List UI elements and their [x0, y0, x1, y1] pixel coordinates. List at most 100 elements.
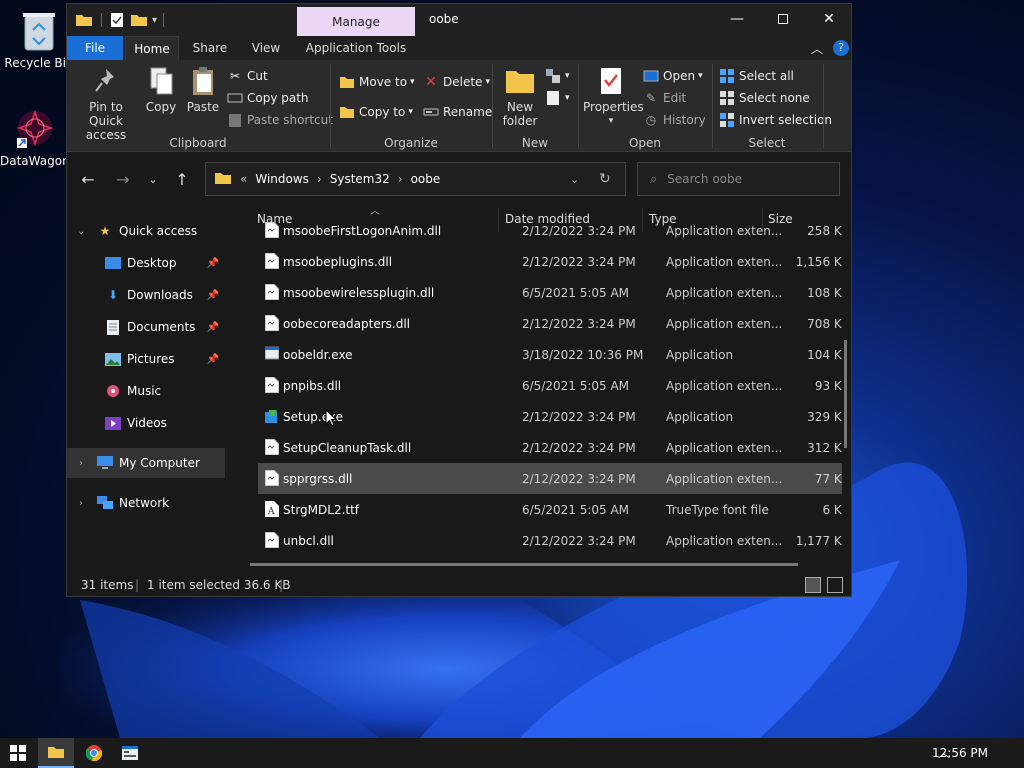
file-row[interactable]: SetupCleanupTask.dll 2/12/2022 3:24 PM App… [258, 432, 842, 463]
taskbar-file-explorer[interactable] [38, 738, 74, 768]
customize-toolbar-chevron-icon[interactable]: ▾ [152, 15, 157, 26]
expand-chevron-icon[interactable]: ⌄ [77, 226, 85, 237]
pin-icon[interactable]: 📌 [207, 354, 219, 365]
vertical-scrollbar[interactable] [844, 340, 847, 448]
pin-to-quick-access-button[interactable]: Pin to Quick access [73, 66, 139, 142]
copy-button[interactable]: Copy [143, 66, 179, 114]
recent-locations-button[interactable]: ⌄ [141, 167, 165, 191]
nav-my-computer[interactable]: › My Computer [67, 448, 225, 478]
new-folder-button[interactable]: New folder [499, 66, 541, 128]
overflow-chevron[interactable]: « [240, 172, 247, 186]
desktop-datawagon-shortcut[interactable]: DataWagon... [0, 108, 81, 168]
clipboard-group-label: Clipboard [169, 136, 227, 150]
status-divider: | [135, 578, 140, 592]
desktop-recycle-bin[interactable]: Recycle Bin [4, 10, 74, 70]
up-button[interactable]: ↑ [170, 167, 194, 191]
search-box[interactable]: ⌕ [637, 162, 840, 196]
cut-button[interactable]: ✂ Cut [227, 66, 268, 86]
nav-network[interactable]: › Network [67, 488, 225, 518]
taskbar-app-window[interactable] [112, 738, 148, 768]
taskbar-chrome[interactable] [76, 738, 112, 768]
file-row[interactable]: msoobeFirstLogonAnim.dll 2/12/2022 3:24 P… [258, 215, 842, 246]
manage-contextual-tab[interactable]: Manage [297, 7, 415, 36]
search-input[interactable] [667, 172, 818, 186]
file-row[interactable]: unbcl.dll 2/12/2022 3:24 PM Application ex… [258, 525, 842, 556]
tab-file[interactable]: File [67, 36, 123, 60]
copy-to-button[interactable]: Copy to ▾ [339, 102, 413, 122]
horizontal-scrollbar[interactable] [250, 563, 798, 566]
paste-button[interactable]: Paste [183, 66, 223, 114]
tab-home[interactable]: Home [125, 36, 179, 60]
start-button[interactable] [0, 738, 36, 768]
file-row[interactable]: oobeldr.exe 3/18/2022 10:36 PM Application… [258, 339, 842, 370]
forward-button[interactable]: → [111, 167, 135, 191]
file-name: pnpibs.dll [283, 379, 342, 393]
new-folder-icon[interactable] [130, 13, 148, 27]
tab-view[interactable]: View [243, 36, 289, 60]
breadcrumb-windows[interactable]: Windows [255, 172, 309, 186]
nav-item-downloads[interactable]: ⬇ Downloads 📌 [67, 280, 225, 310]
easy-access-button[interactable]: ▾ [545, 88, 570, 108]
delete-button[interactable]: ✕ Delete ▾ [423, 72, 490, 92]
details-view-button[interactable] [805, 577, 821, 593]
nav-item-videos[interactable]: Videos [67, 408, 225, 438]
invert-selection-button[interactable]: Invert selection [719, 110, 832, 130]
history-label: History [663, 113, 706, 127]
file-row[interactable]: Setup.exe 2/12/2022 3:24 PM Application 329… [258, 401, 842, 432]
minimize-button[interactable]: — [714, 4, 760, 34]
nav-item-documents[interactable]: Documents 📌 [67, 312, 225, 342]
taskbar-clock[interactable]: 12:56 PM [932, 746, 988, 760]
properties-check-icon[interactable] [110, 12, 124, 28]
breadcrumb-separator-icon: › [397, 172, 403, 186]
move-to-button[interactable]: Move to ▾ [339, 72, 415, 92]
address-bar[interactable]: « Windows › System32 › oobe ⌄ ↻ [205, 162, 626, 196]
nav-quick-access[interactable]: ⌄ ★ Quick access [67, 216, 225, 246]
file-type: Application exten... [666, 255, 783, 269]
file-date-modified: 2/12/2022 3:24 PM [522, 472, 636, 486]
file-row[interactable]: pnpibs.dll 6/5/2021 5:05 AM Application ex… [258, 370, 842, 401]
history-button[interactable]: ◷ History [643, 110, 706, 130]
properties-button[interactable]: Properties ▾ [583, 66, 644, 128]
file-row[interactable]: oobecoreadapters.dll 2/12/2022 3:24 PM App… [258, 308, 842, 339]
expand-chevron-icon[interactable]: › [79, 498, 83, 509]
pin-icon[interactable]: 📌 [207, 290, 219, 301]
paste-shortcut-button[interactable]: Paste shortcut [227, 110, 333, 130]
paste-shortcut-icon [227, 112, 243, 128]
folder-icon[interactable] [75, 13, 93, 27]
dropdown-arrow-icon: ▾ [408, 107, 413, 117]
select-all-button[interactable]: Select all [719, 66, 794, 86]
close-button[interactable]: ✕ [806, 4, 851, 34]
address-dropdown-icon[interactable]: ⌄ [570, 173, 579, 186]
copy-path-button[interactable]: Copy path [227, 88, 309, 108]
file-row[interactable]: msoobewirelessplugin.dll 6/5/2021 5:05 AM… [258, 277, 842, 308]
nav-item-pictures[interactable]: Pictures 📌 [67, 344, 225, 374]
refresh-icon[interactable]: ↻ [599, 171, 611, 187]
help-icon[interactable]: ? [833, 40, 849, 56]
edit-button[interactable]: ✎ Edit [643, 88, 686, 108]
file-type: Application exten... [666, 286, 783, 300]
selection-info: 1 item selected 36.6 KB [147, 578, 291, 592]
file-row[interactable]: A StrgMDL2.ttf 6/5/2021 5:05 AM TrueType fo… [258, 494, 842, 525]
pin-icon[interactable]: 📌 [207, 322, 219, 333]
file-row[interactable]: msoobeplugins.dll 2/12/2022 3:24 PM Applic… [258, 246, 842, 277]
maximize-button[interactable] [760, 4, 806, 34]
file-size: 93 KB [814, 379, 842, 393]
open-button[interactable]: Open ▾ [643, 66, 703, 86]
expand-chevron-icon[interactable]: › [79, 458, 83, 469]
back-button[interactable]: ← [76, 167, 100, 191]
select-none-button[interactable]: Select none [719, 88, 810, 108]
collapse-ribbon-icon[interactable]: ︿ [811, 40, 823, 57]
large-icons-view-button[interactable] [827, 577, 843, 593]
breadcrumb-system32[interactable]: System32 [330, 172, 390, 186]
rename-button[interactable]: Rename [423, 102, 492, 122]
navigation-pane: ⌄ ★ Quick access Desktop 📌 ⬇ Downloads 📌… [67, 204, 225, 569]
tab-share[interactable]: Share [185, 36, 235, 60]
breadcrumb-oobe[interactable]: oobe [411, 172, 441, 186]
pin-icon[interactable]: 📌 [207, 258, 219, 269]
tab-application-tools[interactable]: Application Tools [301, 36, 411, 60]
new-item-button[interactable]: ▾ [545, 66, 570, 86]
file-row[interactable]: spprgrss.dll 2/12/2022 3:24 PM Application… [258, 463, 842, 494]
dropdown-arrow-icon: ▾ [565, 71, 570, 81]
nav-item-music[interactable]: Music [67, 376, 225, 406]
nav-item-desktop[interactable]: Desktop 📌 [67, 248, 225, 278]
